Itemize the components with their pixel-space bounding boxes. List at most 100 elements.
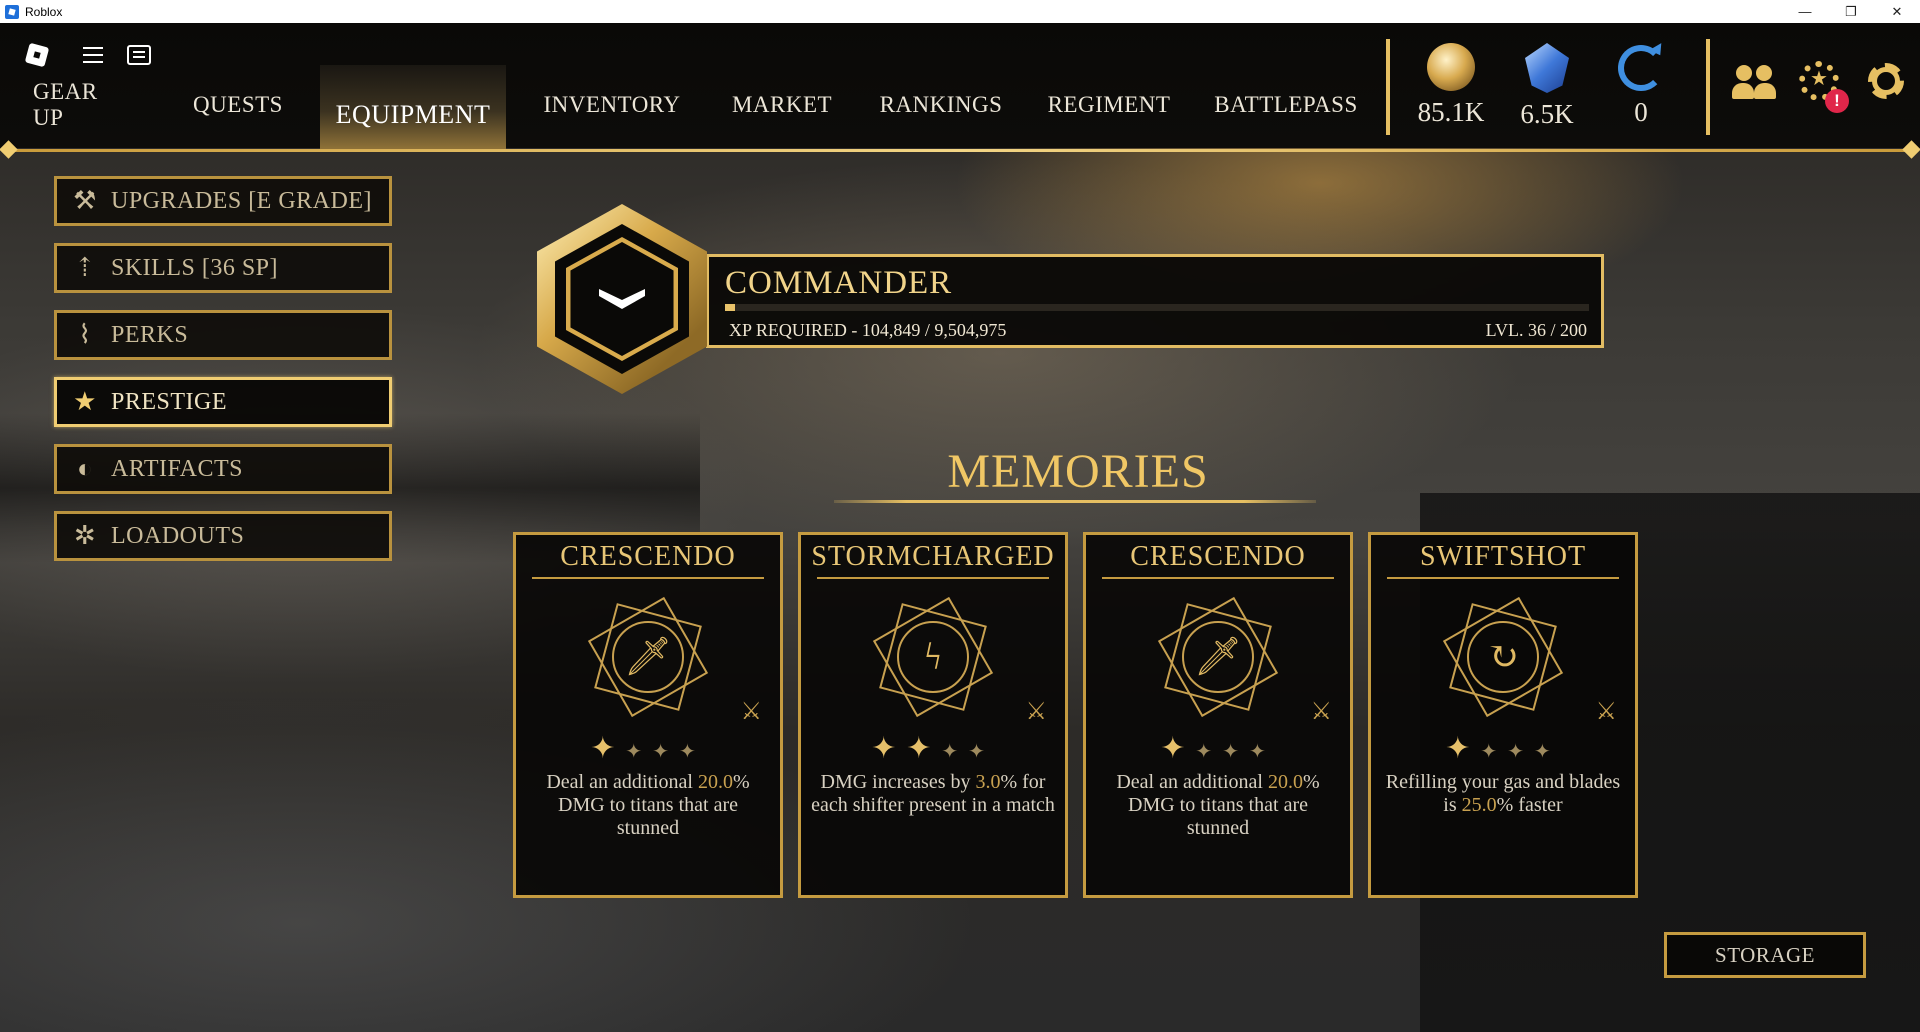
- star-filled-icon: ✦: [871, 732, 907, 765]
- dna-icon: ⌇: [78, 320, 92, 349]
- rank-emblem: [537, 204, 707, 394]
- xp-progress-fill: [725, 304, 735, 311]
- xp-required-text: XP REQUIRED - 104,849 / 9,504,975: [729, 320, 1007, 340]
- crystal-gem-icon: [1525, 43, 1569, 93]
- star-rating: ✦✦✦✦: [1371, 731, 1635, 766]
- window-controls: — ❐ ✕: [1782, 0, 1920, 23]
- chat-icon[interactable]: [127, 45, 151, 65]
- sidebar-item-label: ARTIFACTS: [111, 455, 243, 482]
- tab-equipment[interactable]: EQUIPMENT: [320, 65, 506, 149]
- sidebar-item-loadouts[interactable]: ✲ LOADOUTS: [54, 511, 392, 561]
- loadout-gear-icon: ✲: [73, 521, 97, 550]
- tab-market[interactable]: MARKET: [732, 85, 832, 125]
- gem-amount: 6.5K: [1520, 99, 1574, 129]
- prestige-chevrons-icon: ★: [73, 387, 97, 416]
- star-empty-icon: ✦: [1533, 741, 1561, 763]
- star-rating: ✦✦✦✦: [1086, 731, 1350, 766]
- sidebar-item-prestige[interactable]: ★ PRESTIGE: [54, 377, 392, 427]
- sidebar-item-label: PERKS: [111, 321, 189, 348]
- star-empty-icon: ✦: [625, 741, 653, 763]
- roblox-menu-icon[interactable]: [24, 42, 50, 68]
- sword-burst-icon: 🗡: [1146, 585, 1290, 729]
- settings-gear-icon[interactable]: [1864, 59, 1908, 103]
- sidebar-item-upgrades[interactable]: ⚒ UPGRADES [E GRADE]: [54, 176, 392, 226]
- sidebar-item-label: SKILLS [36 SP]: [111, 254, 279, 281]
- minimize-button[interactable]: —: [1782, 0, 1828, 23]
- star-empty-icon: ✦: [1195, 741, 1223, 763]
- memory-card[interactable]: CRESCENDO 🗡 ⚔ ✦✦✦✦ Deal an additional 20…: [513, 532, 783, 898]
- crossed-swords-icon: ⚔: [740, 699, 762, 725]
- star-empty-icon: ✦: [1507, 741, 1534, 763]
- star-empty-icon: ✦: [1248, 741, 1276, 763]
- tab-rankings[interactable]: RANKINGS: [880, 85, 1002, 125]
- notification-alert-badge: !: [1825, 89, 1849, 113]
- gold-currency[interactable]: 85.1K: [1406, 43, 1496, 128]
- sidebar-item-label: LOADOUTS: [111, 522, 245, 549]
- tab-battlepass[interactable]: BATTLEPASS: [1214, 85, 1357, 125]
- memory-card-description: DMG increases by 3.0% for each shifter p…: [811, 771, 1055, 816]
- sidebar-item-perks[interactable]: ⌇ PERKS: [54, 310, 392, 360]
- memory-card-description: Deal an additional 20.0% DMG to titans t…: [1116, 771, 1320, 839]
- star-empty-icon: ✦: [941, 741, 969, 763]
- storage-button[interactable]: STORAGE: [1664, 932, 1866, 978]
- memory-card-title: CRESCENDO: [1130, 541, 1306, 572]
- prestige-rank-panel: COMMANDER XP REQUIRED - 104,849 / 9,504,…: [706, 254, 1604, 348]
- hamburger-menu-icon[interactable]: [83, 47, 103, 63]
- reroll-currency[interactable]: 0: [1596, 43, 1686, 128]
- window-titlebar: Roblox — ❐ ✕: [0, 0, 1920, 23]
- tab-quests[interactable]: QUESTS: [192, 85, 284, 125]
- xp-progress-bar: [725, 304, 1589, 311]
- star-empty-icon: ✦: [1480, 741, 1508, 763]
- sidebar-item-label: UPGRADES [E GRADE]: [111, 187, 372, 214]
- roblox-app-icon: [5, 4, 19, 19]
- tab-gear-up[interactable]: GEAR UP: [33, 79, 133, 130]
- star-filled-icon: ✦: [590, 732, 626, 765]
- reload-arrow-icon: ↻: [1431, 585, 1575, 729]
- reroll-amount: 0: [1634, 97, 1648, 127]
- memory-card[interactable]: STORMCHARGED ϟ ⚔ ✦✦✦✦ DMG increases by 3…: [798, 532, 1068, 898]
- tab-regiment[interactable]: REGIMENT: [1048, 85, 1170, 125]
- sidebar-item-artifacts[interactable]: ◐ ARTIFACTS: [54, 444, 392, 494]
- star-rating: ✦✦✦✦: [801, 731, 1065, 766]
- nav-gold-divider: [8, 149, 1912, 152]
- gem-currency[interactable]: 6.5K: [1502, 43, 1592, 130]
- top-navigation-bar: GEAR UP QUESTS EQUIPMENT INVENTORY MARKE…: [0, 23, 1920, 159]
- memory-card-description: Refilling your gas and blades is 25.0% f…: [1385, 771, 1621, 816]
- memory-card[interactable]: SWIFTSHOT ↻ ⚔ ✦✦✦✦ Refilling your gas an…: [1368, 532, 1638, 898]
- memory-card[interactable]: CRESCENDO 🗡 ⚔ ✦✦✦✦ Deal an additional 20…: [1083, 532, 1353, 898]
- star-filled-icon: ✦: [1160, 732, 1196, 765]
- sidebar-item-label: PRESTIGE: [111, 388, 228, 415]
- anvil-icon: ⚒: [73, 186, 97, 215]
- gold-amount: 85.1K: [1417, 97, 1485, 127]
- star-empty-icon: ✦: [1222, 741, 1249, 763]
- restore-button[interactable]: ❐: [1828, 0, 1874, 23]
- memories-underline: [834, 500, 1316, 503]
- rank-title: COMMANDER: [725, 265, 953, 301]
- skills-icon: ⇡: [73, 253, 97, 282]
- star-filled-icon: ✦: [1445, 732, 1481, 765]
- star-empty-icon: ✦: [652, 741, 679, 763]
- memory-card-description: Deal an additional 20.0% DMG to titans t…: [546, 771, 750, 839]
- star-rating: ✦✦✦✦: [516, 731, 780, 766]
- crossed-swords-icon: ⚔: [1310, 699, 1332, 725]
- gold-coin-icon: [1427, 43, 1475, 91]
- memory-card-title: CRESCENDO: [560, 541, 736, 572]
- tab-inventory[interactable]: INVENTORY: [544, 85, 680, 125]
- window-title: Roblox: [25, 4, 63, 19]
- crossed-swords-icon: ⚔: [1025, 699, 1047, 725]
- friends-icon[interactable]: [1732, 63, 1778, 103]
- memory-card-title: SWIFTSHOT: [1419, 541, 1587, 572]
- refresh-icon: [1618, 45, 1664, 91]
- crossed-swords-icon: ⚔: [1595, 699, 1617, 725]
- sidebar-item-skills[interactable]: ⇡ SKILLS [36 SP]: [54, 243, 392, 293]
- star-empty-icon: ✦: [968, 741, 995, 763]
- lightning-sword-icon: ϟ: [861, 585, 1005, 729]
- star-empty-icon: ✦: [678, 741, 706, 763]
- nav-divider: [1706, 39, 1710, 135]
- artifact-icon: ◐: [76, 454, 94, 483]
- nav-divider: [1386, 39, 1390, 135]
- sword-burst-icon: 🗡: [576, 585, 720, 729]
- close-button[interactable]: ✕: [1874, 0, 1920, 23]
- achievements-badge-icon[interactable]: ★ !: [1797, 59, 1849, 113]
- level-text: LVL. 36 / 200: [1485, 320, 1587, 340]
